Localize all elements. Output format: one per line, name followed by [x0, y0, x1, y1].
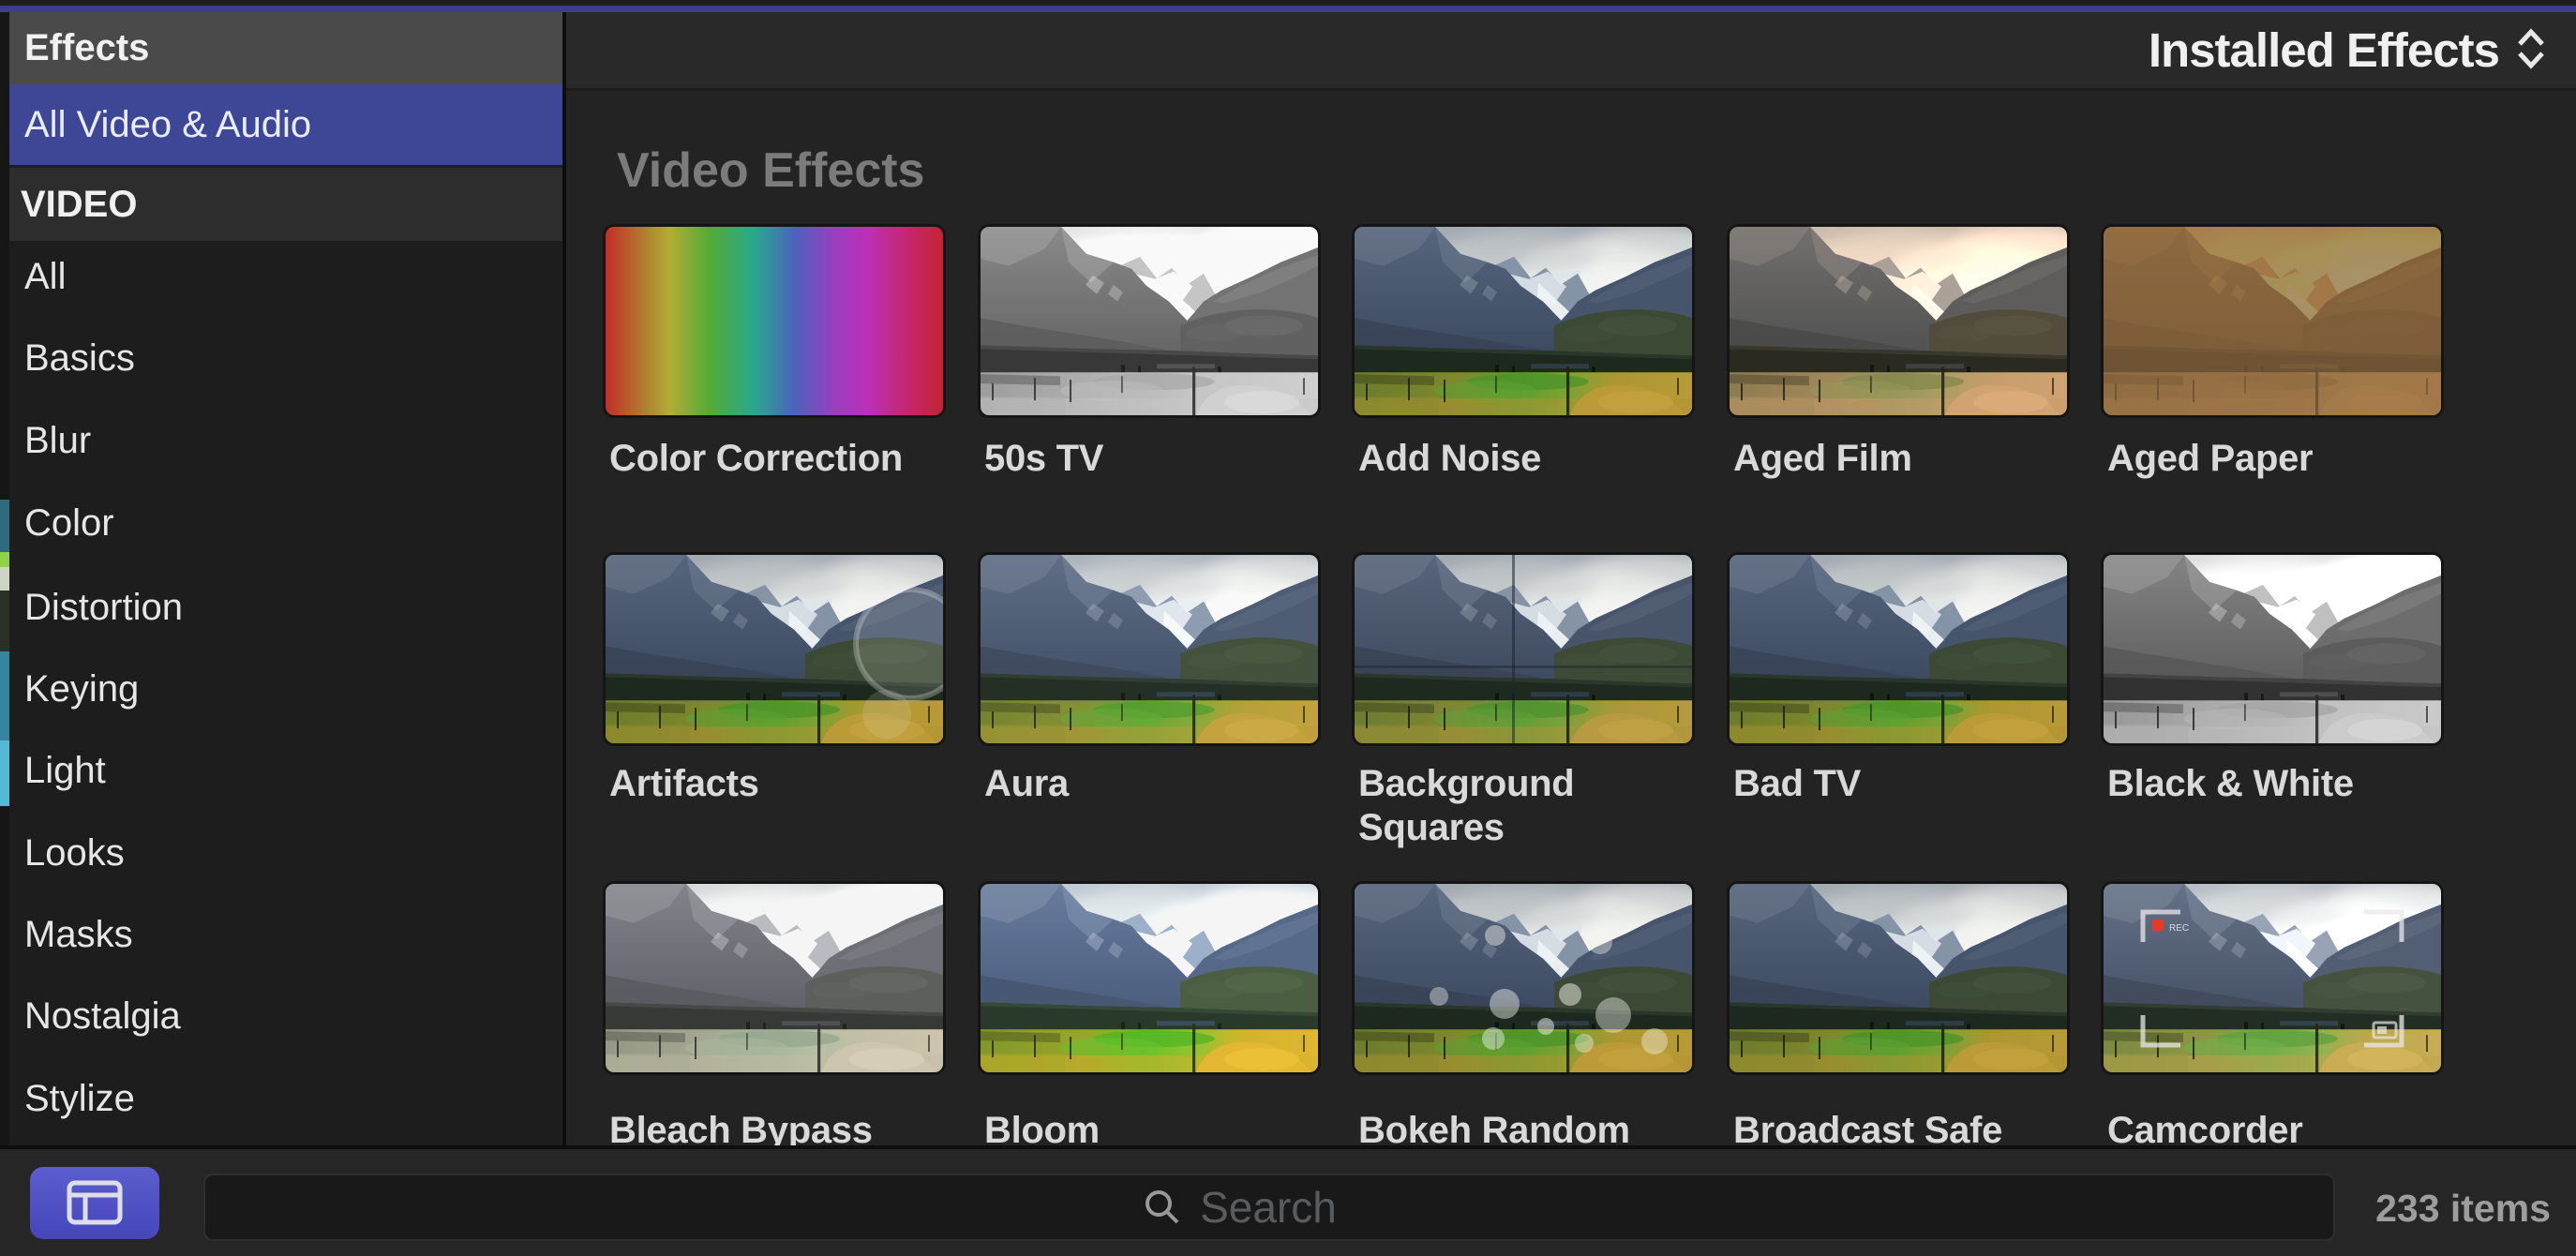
svg-text:REC: REC — [2169, 923, 2189, 934]
